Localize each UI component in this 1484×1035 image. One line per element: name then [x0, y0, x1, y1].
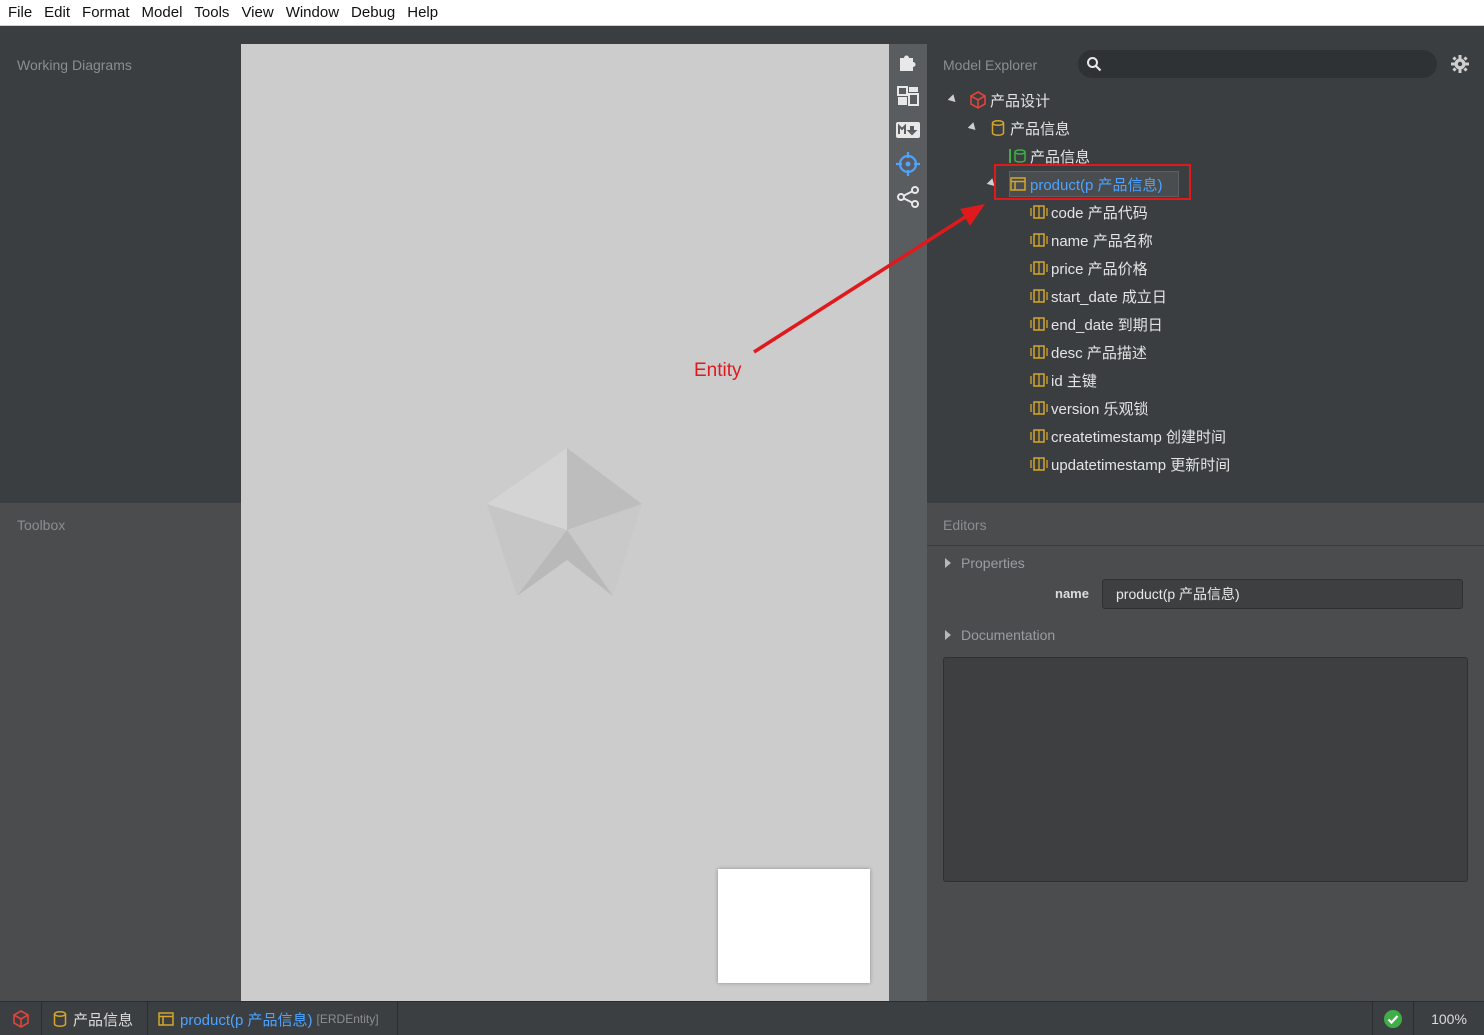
- model-explorer-title: Model Explorer: [943, 57, 1038, 73]
- menu-edit[interactable]: Edit: [38, 0, 76, 26]
- status-project[interactable]: [0, 1002, 42, 1035]
- gear-icon[interactable]: [1451, 55, 1469, 73]
- tree-item-column-label: desc 产品描述: [1051, 344, 1147, 362]
- diagram-icon: [1009, 148, 1027, 164]
- tree-item-column-label: start_date 成立日: [1051, 288, 1167, 306]
- tree-item-column[interactable]: version 乐观锁: [1030, 395, 1149, 421]
- documentation-section-label: Documentation: [961, 627, 1056, 643]
- explorer-search-input[interactable]: [1078, 50, 1437, 78]
- tree-item-column[interactable]: price 产品价格: [1030, 255, 1148, 281]
- layout-grid-icon[interactable]: [895, 83, 921, 109]
- column-icon: [1030, 456, 1048, 472]
- expand-project-toggle[interactable]: [947, 94, 959, 105]
- annotation-label: Entity: [694, 360, 742, 381]
- column-icon: [1030, 400, 1048, 416]
- expand-datamodel-toggle[interactable]: [967, 122, 979, 133]
- toolbox-panel: Toolbox: [0, 503, 241, 1001]
- property-name-input[interactable]: product(p 产品信息): [1102, 579, 1463, 609]
- properties-section-toggle[interactable]: Properties: [945, 555, 1025, 571]
- column-icon: [1030, 344, 1048, 360]
- working-diagrams-title: Working Diagrams: [17, 57, 132, 73]
- markdown-icon[interactable]: [895, 117, 921, 143]
- editors-divider: [927, 545, 1484, 546]
- menu-file[interactable]: File: [2, 0, 38, 26]
- tree-item-column[interactable]: updatetimestamp 更新时间: [1030, 451, 1230, 477]
- tree-item-project-label: 产品设计: [990, 92, 1051, 110]
- annotation-highlight-box: [994, 164, 1191, 200]
- tree-item-column-label: version 乐观锁: [1051, 400, 1149, 418]
- toolbar-top-gap: [889, 27, 927, 44]
- share-icon[interactable]: [895, 184, 921, 210]
- column-icon: [1030, 260, 1048, 276]
- tree-item-column[interactable]: end_date 到期日: [1030, 311, 1163, 337]
- entity-table-icon: [158, 1012, 174, 1026]
- menu-format[interactable]: Format: [76, 0, 136, 26]
- menu-debug[interactable]: Debug: [345, 0, 401, 26]
- working-diagrams-panel: Working Diagrams: [0, 27, 241, 503]
- canvas-top-gap: [241, 27, 889, 44]
- minimap[interactable]: [718, 869, 870, 983]
- status-zoom[interactable]: 100%: [1414, 1002, 1484, 1035]
- properties-section-label: Properties: [961, 555, 1025, 571]
- vertical-toolbar: [889, 44, 927, 1001]
- extensions-puzzle-icon[interactable]: [895, 49, 921, 75]
- tree-item-column[interactable]: code 产品代码: [1030, 199, 1148, 225]
- column-icon: [1030, 288, 1048, 304]
- database-icon: [53, 1011, 67, 1027]
- toolbox-title: Toolbox: [17, 517, 66, 533]
- tree-item-column[interactable]: name 产品名称: [1030, 227, 1153, 253]
- tree-item-column-label: end_date 到期日: [1051, 316, 1163, 334]
- tree-item-column[interactable]: createtimestamp 创建时间: [1030, 423, 1226, 449]
- tree-item-column-label: id 主键: [1051, 372, 1097, 390]
- menu-help[interactable]: Help: [401, 0, 444, 26]
- model-explorer-panel: Model Explorer 产品设计 产品信息 产品信息 product(p …: [927, 27, 1484, 503]
- menu-window[interactable]: Window: [280, 0, 345, 26]
- column-icon: [1030, 232, 1048, 248]
- status-entity[interactable]: product(p 产品信息) [ERDEntity]: [148, 1002, 398, 1035]
- tree-item-column-label: name 产品名称: [1051, 232, 1153, 250]
- status-bar: 产品信息 product(p 产品信息) [ERDEntity] 100%: [0, 1001, 1484, 1035]
- tree-item-project[interactable]: 产品设计: [969, 87, 1050, 113]
- column-icon: [1030, 316, 1048, 332]
- project-cube-icon: [969, 91, 987, 109]
- editors-panel: Editors Properties name product(p 产品信息) …: [927, 503, 1484, 1001]
- diagram-canvas[interactable]: [241, 44, 889, 1001]
- chevron-right-icon: [945, 630, 951, 640]
- status-datamodel[interactable]: 产品信息: [42, 1002, 148, 1035]
- menu-bar: File Edit Format Model Tools View Window…: [0, 0, 1484, 26]
- tree-item-column-label: code 产品代码: [1051, 204, 1148, 222]
- status-validation[interactable]: [1372, 1002, 1414, 1035]
- tree-item-column-label: price 产品价格: [1051, 260, 1148, 278]
- search-icon: [1087, 57, 1102, 72]
- documentation-section-toggle[interactable]: Documentation: [945, 627, 1055, 643]
- menu-tools[interactable]: Tools: [188, 0, 235, 26]
- tree-item-column-label: createtimestamp 创建时间: [1051, 428, 1227, 446]
- tree-item-column[interactable]: start_date 成立日: [1030, 283, 1167, 309]
- status-entity-label: product(p 产品信息): [180, 1011, 313, 1029]
- editors-title: Editors: [943, 517, 987, 533]
- tree-item-datamodel[interactable]: 产品信息: [989, 115, 1070, 141]
- tree-item-column[interactable]: id 主键: [1030, 367, 1097, 393]
- menu-view[interactable]: View: [235, 0, 279, 26]
- column-icon: [1030, 204, 1048, 220]
- project-cube-icon: [12, 1010, 29, 1028]
- tree-item-datamodel-label: 产品信息: [1010, 120, 1071, 138]
- status-entity-type: [ERDEntity]: [316, 1012, 379, 1026]
- database-icon: [989, 120, 1007, 136]
- property-name-label: name: [1055, 586, 1089, 601]
- tree-item-column-label: updatetimestamp 更新时间: [1051, 456, 1231, 474]
- check-circle-icon: [1384, 1010, 1402, 1028]
- documentation-textarea[interactable]: [943, 657, 1468, 882]
- status-datamodel-label: 产品信息: [73, 1011, 134, 1029]
- chevron-right-icon: [945, 558, 951, 568]
- column-icon: [1030, 372, 1048, 388]
- star-logo-icon: [487, 448, 642, 596]
- column-icon: [1030, 428, 1048, 444]
- tree-item-column[interactable]: desc 产品描述: [1030, 339, 1147, 365]
- crosshair-locate-icon[interactable]: [895, 151, 921, 177]
- menu-model[interactable]: Model: [136, 0, 189, 26]
